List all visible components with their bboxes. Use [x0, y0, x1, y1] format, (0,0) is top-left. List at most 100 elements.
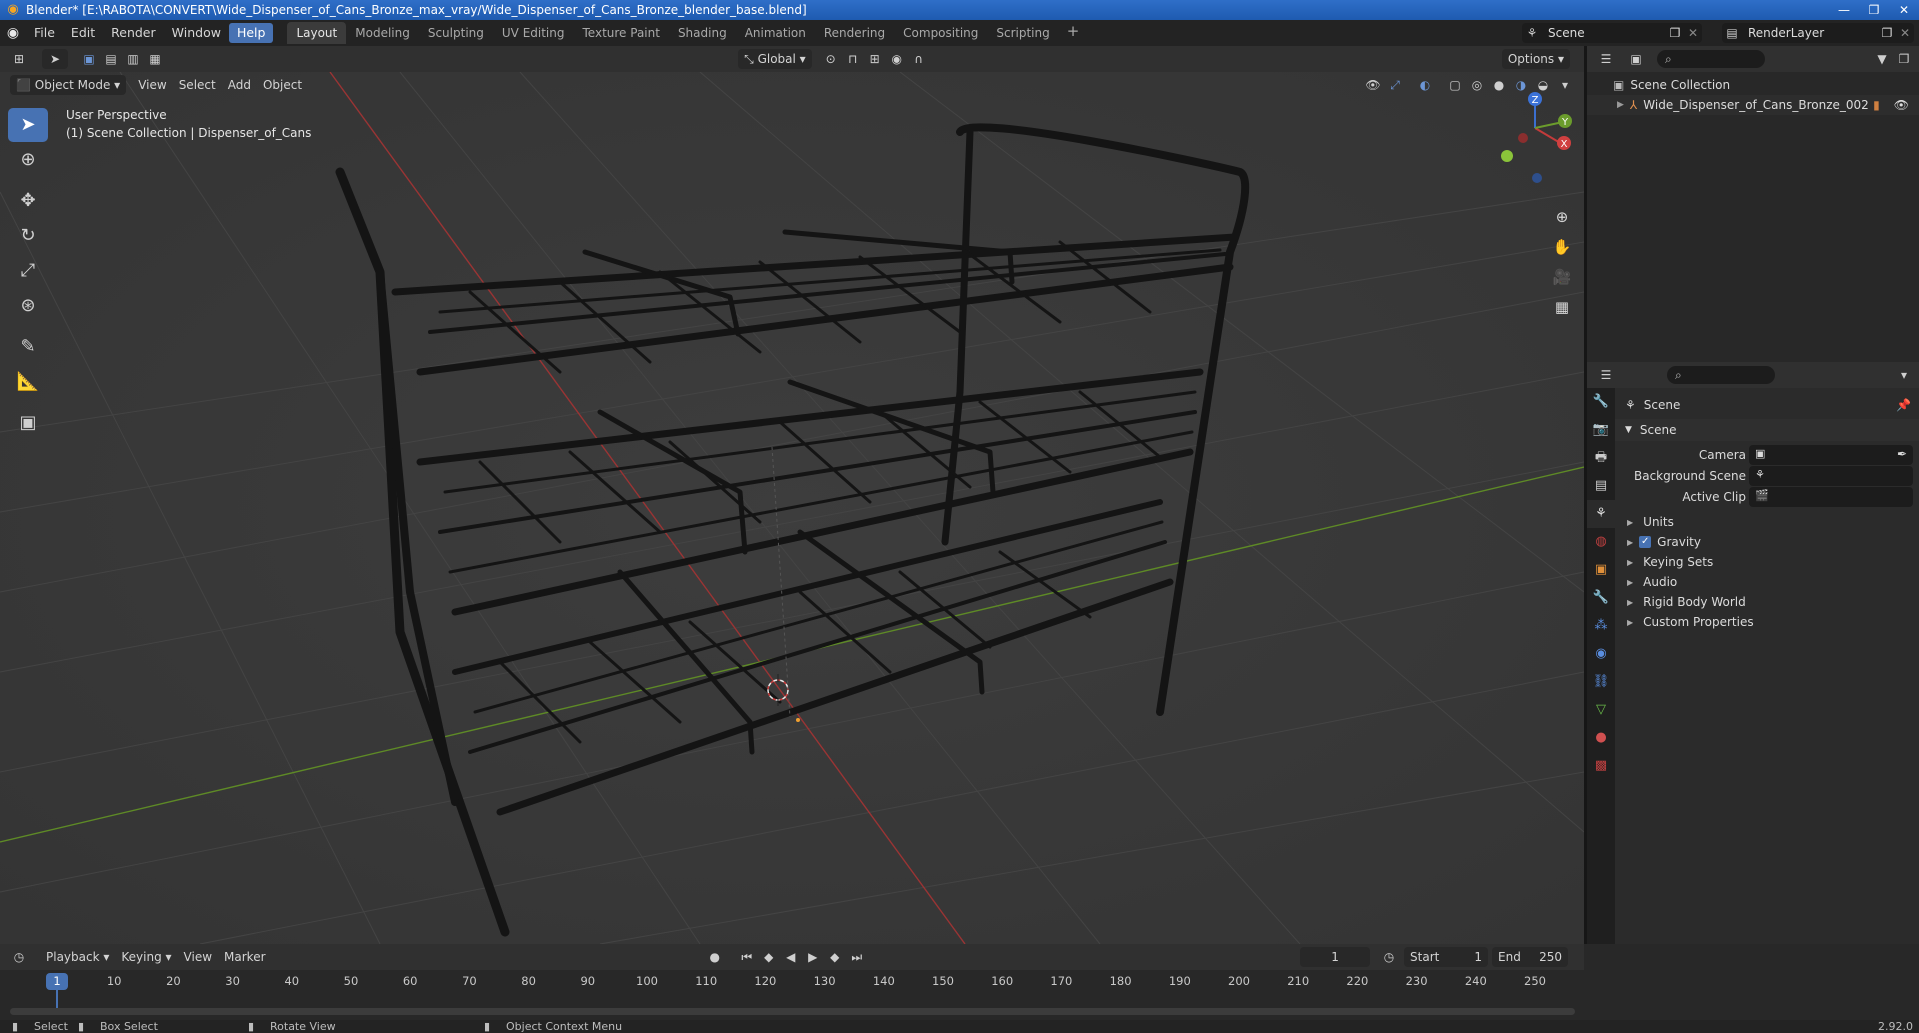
- section-custom-properties[interactable]: ▶ Custom Properties: [1615, 611, 1919, 633]
- add-workspace-icon[interactable]: +: [1059, 22, 1088, 44]
- tab-modeling[interactable]: Modeling: [346, 22, 419, 44]
- minimize-icon[interactable]: —: [1829, 3, 1859, 17]
- add-menu[interactable]: Add: [222, 75, 257, 95]
- select-mode-invert-icon[interactable]: ▦: [144, 49, 166, 69]
- view-menu[interactable]: View: [132, 75, 172, 95]
- camera-field[interactable]: ▣ ✒: [1749, 445, 1913, 465]
- zoom-icon[interactable]: ⊕: [1549, 204, 1575, 230]
- remove-layer-icon[interactable]: ✕: [1896, 26, 1914, 40]
- duplicate-layer-icon[interactable]: ❐: [1878, 26, 1896, 40]
- 3d-viewport[interactable]: Z X Y User Perspective (1) Scene Collect…: [0, 72, 1584, 944]
- transform-orientation-dropdown[interactable]: ⤡ Global ▾: [738, 49, 812, 69]
- tab-shading[interactable]: Shading: [669, 22, 736, 44]
- outliner-item[interactable]: ▶ ⅄ Wide_Dispenser_of_Cans_Bronze_002 ▮ …: [1587, 95, 1919, 115]
- particles-tab-icon[interactable]: ⁂: [1587, 612, 1615, 640]
- playhead-line[interactable]: [56, 990, 58, 1008]
- background-scene-field[interactable]: ⚘: [1749, 466, 1913, 486]
- eyedropper-icon[interactable]: ✒: [1897, 447, 1907, 461]
- texture-tab-icon[interactable]: ▩: [1587, 752, 1615, 780]
- pivot-point-icon[interactable]: ⊙: [820, 49, 842, 69]
- select-menu[interactable]: Select: [173, 75, 222, 95]
- timeline[interactable]: 1 10 20 30 40 50 60 70 80 90 100 110 120 130 140 150 160…: [0, 970, 1584, 1020]
- object-menu[interactable]: Object: [257, 75, 308, 95]
- menu-window[interactable]: Window: [164, 23, 229, 43]
- overlays-icon[interactable]: ◐: [1414, 75, 1436, 95]
- scale-tool-icon[interactable]: ⤢: [8, 254, 48, 288]
- menu-render[interactable]: Render: [103, 23, 164, 43]
- properties-options-icon[interactable]: ▾: [1893, 365, 1915, 385]
- keying-menu[interactable]: Keying ▾: [115, 947, 177, 967]
- xray-icon[interactable]: ▢: [1444, 75, 1466, 95]
- visibility-icon[interactable]: 👁: [1362, 75, 1384, 95]
- blender-logo-icon[interactable]: ◉: [0, 25, 26, 41]
- proportional-edit-icon[interactable]: ◉: [886, 49, 908, 69]
- section-gravity[interactable]: ▶ ✓ Gravity: [1615, 531, 1919, 553]
- annotate-tool-icon[interactable]: ✎: [8, 330, 48, 364]
- section-audio[interactable]: ▶ Audio: [1615, 571, 1919, 593]
- rotate-tool-icon[interactable]: ↻: [8, 219, 48, 253]
- select-tool-icon[interactable]: ➤: [42, 49, 68, 69]
- prev-keyframe-icon[interactable]: ◆: [758, 947, 780, 967]
- camera-view-icon[interactable]: 🎥: [1549, 264, 1575, 290]
- gravity-checkbox[interactable]: ✓: [1639, 536, 1652, 548]
- menu-edit[interactable]: Edit: [63, 23, 103, 43]
- view-layer-selector[interactable]: ▤ RenderLayer ❐ ✕: [1722, 23, 1914, 43]
- select-mode-extend-icon[interactable]: ▤: [100, 49, 122, 69]
- marker-menu[interactable]: Marker: [218, 947, 271, 967]
- stopwatch-icon[interactable]: ◷: [1378, 947, 1400, 967]
- add-cube-tool-icon[interactable]: ▣: [8, 406, 48, 440]
- remove-scene-icon[interactable]: ✕: [1684, 26, 1702, 40]
- select-box-tool-icon[interactable]: ➤: [8, 108, 48, 142]
- output-tab-icon[interactable]: 🖶: [1587, 444, 1615, 472]
- scene-panel-header[interactable]: ▼ Scene: [1615, 419, 1919, 441]
- snap-icon[interactable]: ⊓: [842, 49, 864, 69]
- mode-dropdown[interactable]: ⬛ Object Mode ▾: [10, 75, 127, 95]
- close-icon[interactable]: ✕: [1889, 3, 1919, 17]
- cursor-tool-icon[interactable]: ⊕: [8, 143, 48, 177]
- rendered-shading-icon[interactable]: ◒: [1532, 75, 1554, 95]
- record-icon[interactable]: ●: [704, 947, 726, 967]
- scene-tab-icon[interactable]: ⚘: [1587, 500, 1615, 528]
- world-tab-icon[interactable]: ◍: [1587, 528, 1615, 556]
- display-mode-icon[interactable]: ▣: [1625, 49, 1647, 69]
- end-frame-field[interactable]: End 250: [1492, 947, 1569, 967]
- modifier-tab-icon[interactable]: 🔧: [1587, 584, 1615, 612]
- tab-layout[interactable]: Layout: [287, 22, 347, 44]
- solid-shading-icon[interactable]: ●: [1488, 75, 1510, 95]
- pan-hand-icon[interactable]: ✋: [1549, 234, 1575, 260]
- material-shading-icon[interactable]: ◑: [1510, 75, 1532, 95]
- gizmo-toggle-icon[interactable]: ⤢: [1384, 75, 1406, 95]
- select-mode-subtract-icon[interactable]: ▥: [122, 49, 144, 69]
- section-keying-sets[interactable]: ▶ Keying Sets: [1615, 551, 1919, 573]
- tab-texture-paint[interactable]: Texture Paint: [574, 22, 669, 44]
- pin-icon[interactable]: 📌: [1896, 398, 1911, 412]
- select-mode-new-icon[interactable]: ▣: [78, 49, 100, 69]
- jump-end-icon[interactable]: ⏭: [846, 947, 868, 967]
- tab-compositing[interactable]: Compositing: [894, 22, 987, 44]
- new-collection-icon[interactable]: ❐: [1893, 49, 1915, 69]
- physics-tab-icon[interactable]: ◉: [1587, 640, 1615, 668]
- tab-sculpting[interactable]: Sculpting: [419, 22, 493, 44]
- transform-tool-icon[interactable]: ⊛: [8, 289, 48, 323]
- play-reverse-icon[interactable]: ◀: [780, 947, 802, 967]
- restore-icon[interactable]: ❐: [1859, 3, 1889, 17]
- start-frame-field[interactable]: Start 1: [1404, 947, 1489, 967]
- snap-target-icon[interactable]: ⊞: [864, 49, 886, 69]
- timeline-editor-type-icon[interactable]: ◷: [8, 947, 30, 967]
- jump-start-icon[interactable]: ⏮: [736, 947, 758, 967]
- duplicate-scene-icon[interactable]: ❐: [1666, 26, 1684, 40]
- outliner-search-input[interactable]: ⌕: [1657, 50, 1765, 68]
- tab-animation[interactable]: Animation: [736, 22, 815, 44]
- falloff-icon[interactable]: ∩: [908, 49, 930, 69]
- visibility-eye-icon[interactable]: 👁: [1894, 98, 1909, 112]
- shading-options-icon[interactable]: ▾: [1554, 75, 1576, 95]
- outliner-editor-type-icon[interactable]: ☰: [1595, 49, 1617, 69]
- section-units[interactable]: ▶ Units: [1615, 511, 1919, 533]
- expand-arrow-icon[interactable]: ▶: [1617, 100, 1624, 110]
- options-dropdown[interactable]: Options ▾: [1501, 49, 1571, 69]
- object-tab-icon[interactable]: ▣: [1587, 556, 1615, 584]
- active-clip-field[interactable]: 🎬: [1749, 487, 1913, 507]
- menu-file[interactable]: File: [26, 23, 63, 43]
- tab-rendering[interactable]: Rendering: [815, 22, 894, 44]
- material-tab-icon[interactable]: ●: [1587, 724, 1615, 752]
